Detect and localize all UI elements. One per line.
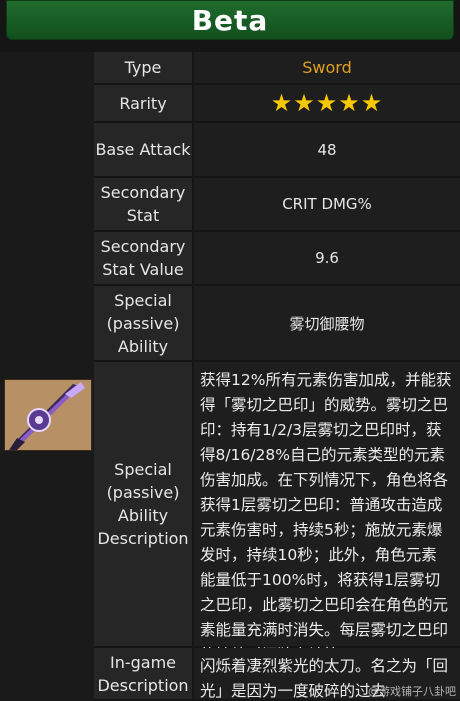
row-base-attack: Base Attack 48 (94, 123, 460, 178)
special-ability-description-text: 获得12%所有元素伤害加成，并能获得「雾切之巴印」的威势。雾切之巴印：持有1/2… (200, 371, 452, 664)
row-secondary-stat-value: Secondary Stat Value 9.6 (94, 232, 460, 286)
label-type: Type (94, 52, 194, 85)
value-secondary-stat-value: 9.6 (194, 232, 460, 286)
sword-icon (5, 380, 91, 450)
label-rarity: Rarity (94, 85, 194, 123)
value-special-ability-description-cell: 获得12%所有元素伤害加成，并能获得「雾切之巴印」的威势。雾切之巴印：持有1/2… (194, 362, 460, 664)
weapon-thumbnail (4, 379, 92, 451)
value-secondary-stat: CRIT DMG% (194, 178, 460, 232)
page-title: Beta (191, 3, 269, 37)
watermark: @游戏铺子八卦吧 (368, 685, 456, 698)
value-base-attack: 48 (194, 123, 460, 178)
row-type: Type Sword (94, 52, 460, 85)
row-special-ability: Special (passive) Ability 雾切御腰物 (94, 286, 460, 362)
value-special-ability: 雾切御腰物 (194, 286, 460, 362)
row-rarity: Rarity ★★★★★ (94, 85, 460, 123)
label-secondary-stat-value: Secondary Stat Value (94, 232, 194, 286)
title-bar: Beta (6, 0, 454, 40)
weapon-image-column (0, 52, 94, 701)
label-in-game-description: In-game Description (94, 648, 194, 701)
row-secondary-stat: Secondary Stat CRIT DMG% (94, 178, 460, 232)
label-special-ability: Special (passive) Ability (94, 286, 194, 362)
label-secondary-stat: Secondary Stat (94, 178, 194, 232)
five-star-icon: ★★★★★ (270, 89, 384, 117)
label-special-ability-description: Special (passive) Ability Description (94, 362, 194, 648)
value-rarity: ★★★★★ (194, 85, 460, 123)
row-special-ability-description: Special (passive) Ability Description 获得… (94, 362, 460, 664)
label-base-attack: Base Attack (94, 123, 194, 178)
value-type: Sword (194, 52, 460, 85)
